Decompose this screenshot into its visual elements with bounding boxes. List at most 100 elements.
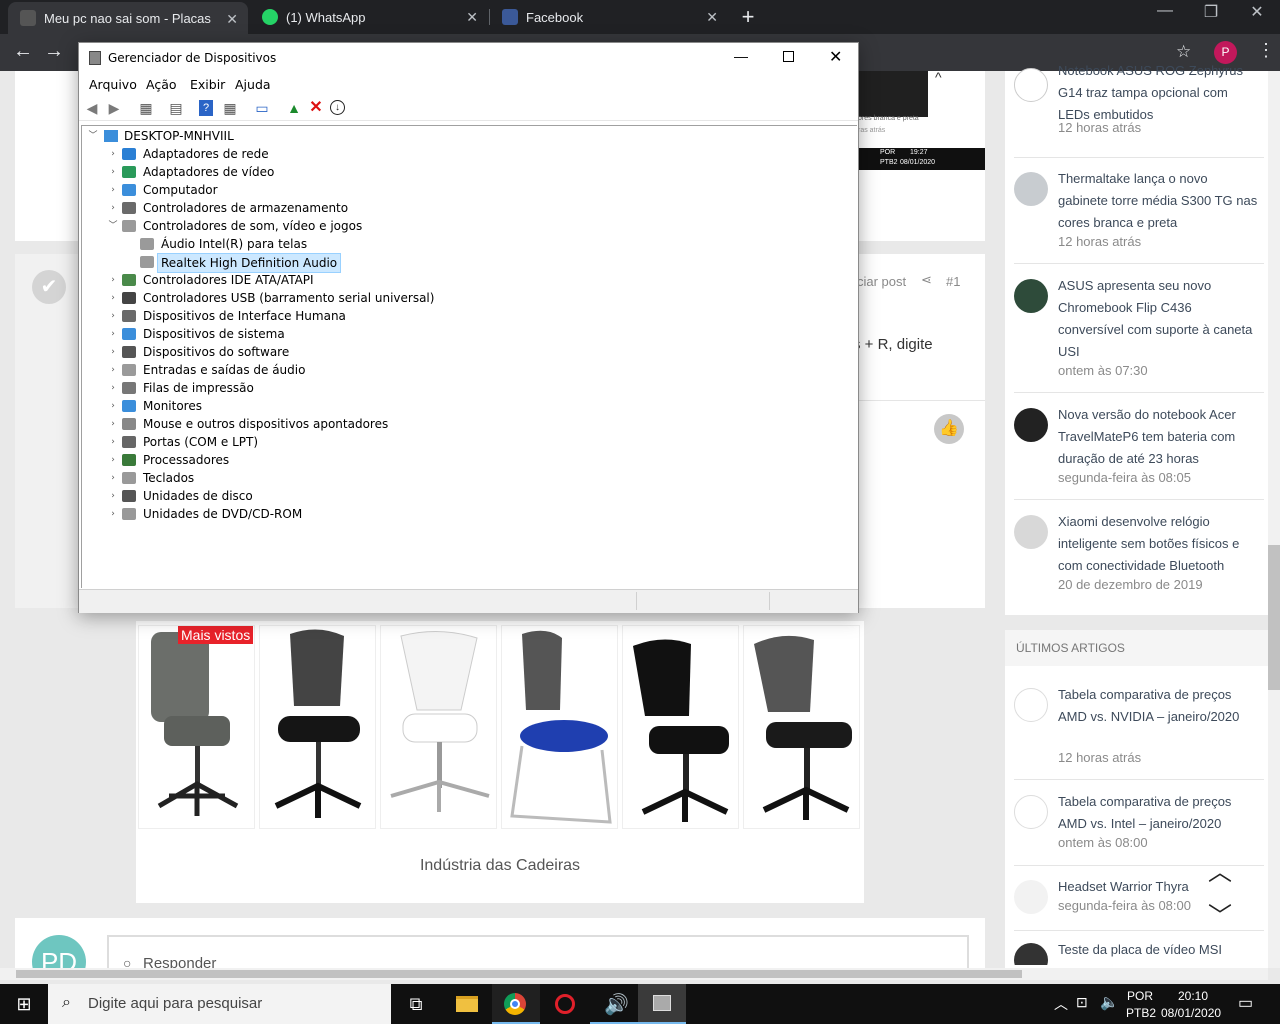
- device-category[interactable]: › Filas de impressão: [82, 379, 782, 397]
- chevron-right-icon[interactable]: ›: [108, 397, 118, 415]
- chevron-right-icon[interactable]: ›: [108, 163, 118, 181]
- close-button[interactable]: ✕: [829, 47, 842, 67]
- news-item[interactable]: Xiaomi desenvolve relógio inteligente se…: [1014, 511, 1264, 601]
- clock-time[interactable]: 20:10: [1178, 989, 1208, 1003]
- tab-forum[interactable]: Meu pc nao sai som - Placas de s ✕: [8, 2, 248, 34]
- restore-button[interactable]: ❐: [1188, 2, 1234, 22]
- ad-caption[interactable]: Indústria das Cadeiras: [136, 857, 864, 875]
- back-icon[interactable]: ◀: [83, 99, 101, 117]
- taskbar-search-input[interactable]: Digite aqui para pesquisar: [48, 984, 391, 1024]
- update-driver-icon[interactable]: ▲: [285, 99, 303, 117]
- device-category[interactable]: › Adaptadores de vídeo: [82, 163, 782, 181]
- scan-hardware-icon[interactable]: ▭: [253, 99, 271, 117]
- share-post-link[interactable]: ciar post: [857, 274, 906, 289]
- article-title[interactable]: Tabela comparativa de preços AMD vs. Int…: [1058, 791, 1258, 835]
- menu-arquivo[interactable]: Arquivo: [89, 77, 137, 92]
- news-item[interactable]: Notebook ASUS ROG Zephyrus G14 traz tamp…: [1014, 60, 1264, 158]
- device-category[interactable]: › Monitores: [82, 397, 782, 415]
- ad-product[interactable]: [380, 625, 497, 829]
- chevron-right-icon[interactable]: ›: [108, 181, 118, 199]
- bookmark-star-icon[interactable]: ☆: [1176, 42, 1191, 62]
- notification-center-icon[interactable]: ▭: [1238, 993, 1253, 1013]
- reply-input[interactable]: ○ Responder: [107, 935, 969, 968]
- device-manager-titlebar[interactable]: Gerenciador de Dispositivos — ✕: [79, 43, 858, 73]
- network-icon[interactable]: ⊡: [1076, 994, 1088, 1011]
- device-category[interactable]: › Adaptadores de rede: [82, 145, 782, 163]
- input-language[interactable]: POR: [1127, 989, 1153, 1003]
- clock-date[interactable]: 08/01/2020: [1161, 1006, 1221, 1020]
- device-category[interactable]: › Processadores: [82, 451, 782, 469]
- show-hide-tree-icon[interactable]: ▦: [137, 99, 155, 117]
- horizontal-scroll-thumb[interactable]: [16, 970, 1022, 978]
- device-category[interactable]: › Controladores USB (barramento serial un…: [82, 289, 782, 307]
- article-title[interactable]: Tabela comparativa de preços AMD vs. NVI…: [1058, 684, 1258, 728]
- minimize-button[interactable]: —: [734, 48, 748, 64]
- close-window-button[interactable]: ✕: [1234, 2, 1280, 22]
- chevron-right-icon[interactable]: ›: [108, 271, 118, 289]
- device-manager-taskbar-icon[interactable]: [638, 984, 686, 1024]
- file-explorer-icon[interactable]: [442, 984, 490, 1024]
- windows-start-icon[interactable]: ⊞: [0, 984, 48, 1024]
- post-number[interactable]: #1: [946, 274, 960, 289]
- news-item[interactable]: ASUS apresenta seu novo Chromebook Flip …: [1014, 275, 1264, 393]
- chevron-right-icon[interactable]: ›: [108, 289, 118, 307]
- device-item[interactable]: Realtek High Definition Audio: [82, 253, 782, 273]
- chevron-right-icon[interactable]: ›: [108, 325, 118, 343]
- close-tab-icon[interactable]: ✕: [466, 9, 478, 26]
- vertical-scrollbar[interactable]: [1268, 71, 1280, 968]
- news-title[interactable]: Nova versão do notebook Acer TravelMateP…: [1058, 404, 1258, 470]
- forward-icon[interactable]: →: [41, 40, 67, 63]
- close-tab-icon[interactable]: ✕: [706, 9, 718, 26]
- news-title[interactable]: Notebook ASUS ROG Zephyrus G14 traz tamp…: [1058, 60, 1258, 126]
- chevron-right-icon[interactable]: ›: [108, 415, 118, 433]
- avatar[interactable]: PD: [32, 935, 86, 968]
- ad-product[interactable]: [622, 625, 739, 829]
- article-title[interactable]: Teste da placa de vídeo MSI: [1058, 939, 1258, 961]
- help-icon[interactable]: ?: [199, 100, 213, 116]
- device-category[interactable]: › Controladores de armazenamento: [82, 199, 782, 217]
- vertical-scroll-thumb[interactable]: [1268, 545, 1280, 690]
- chevron-right-icon[interactable]: ›: [108, 343, 118, 361]
- tab-facebook[interactable]: Facebook ✕: [490, 0, 728, 34]
- chevron-right-icon[interactable]: ›: [108, 487, 118, 505]
- task-view-icon[interactable]: ⧉: [392, 984, 440, 1024]
- disable-device-icon[interactable]: ↓: [330, 100, 345, 115]
- news-title[interactable]: Xiaomi desenvolve relógio inteligente se…: [1058, 511, 1258, 577]
- game-app-icon[interactable]: [541, 984, 589, 1024]
- chevron-right-icon[interactable]: ›: [108, 379, 118, 397]
- device-category[interactable]: › Dispositivos do software: [82, 343, 782, 361]
- uninstall-device-icon[interactable]: ✕: [307, 99, 325, 117]
- minimize-button[interactable]: —: [1142, 2, 1188, 20]
- browser-menu-icon[interactable]: ⋮: [1257, 40, 1275, 61]
- ad-product[interactable]: [501, 625, 618, 829]
- chevron-right-icon[interactable]: ›: [108, 361, 118, 379]
- new-tab-button[interactable]: +: [738, 4, 758, 30]
- device-category[interactable]: › Portas (COM e LPT): [82, 433, 782, 451]
- menu-exibir[interactable]: Exibir: [190, 77, 225, 92]
- close-tab-icon[interactable]: ✕: [226, 11, 238, 28]
- audio-app-icon[interactable]: 🔊: [590, 984, 638, 1024]
- ad-product[interactable]: [259, 625, 376, 829]
- chevron-right-icon[interactable]: ›: [108, 469, 118, 487]
- chrome-icon[interactable]: [492, 984, 540, 1024]
- tab-whatsapp[interactable]: (1) WhatsApp ✕: [250, 0, 488, 34]
- scroll-down-icon[interactable]: ﹀: [1208, 896, 1232, 931]
- like-icon[interactable]: 👍: [934, 414, 964, 444]
- chevron-right-icon[interactable]: ›: [108, 199, 118, 217]
- share-icon[interactable]: ⋖: [921, 272, 932, 288]
- device-category[interactable]: › Dispositivos de Interface Humana: [82, 307, 782, 325]
- show-hidden-icons[interactable]: ︿: [1054, 994, 1068, 1014]
- ad-product[interactable]: [743, 625, 860, 829]
- chevron-down-icon[interactable]: ﹀: [88, 127, 98, 145]
- device-category[interactable]: › Dispositivos de sistema: [82, 325, 782, 343]
- back-icon[interactable]: ←: [10, 40, 36, 63]
- chevron-right-icon[interactable]: ›: [108, 433, 118, 451]
- chevron-right-icon[interactable]: ›: [108, 145, 118, 163]
- scroll-up-icon[interactable]: ︿: [1208, 852, 1232, 887]
- device-category[interactable]: › Unidades de DVD/CD-ROM: [82, 505, 782, 523]
- volume-icon[interactable]: 🔈: [1100, 993, 1119, 1011]
- keyboard-layout[interactable]: PTB2: [1126, 1006, 1156, 1020]
- news-item[interactable]: Thermaltake lança o novo gabinete torre …: [1014, 168, 1264, 264]
- forward-icon[interactable]: ▶: [105, 99, 123, 117]
- article-item[interactable]: Teste da placa de vídeo MSI: [1014, 939, 1264, 965]
